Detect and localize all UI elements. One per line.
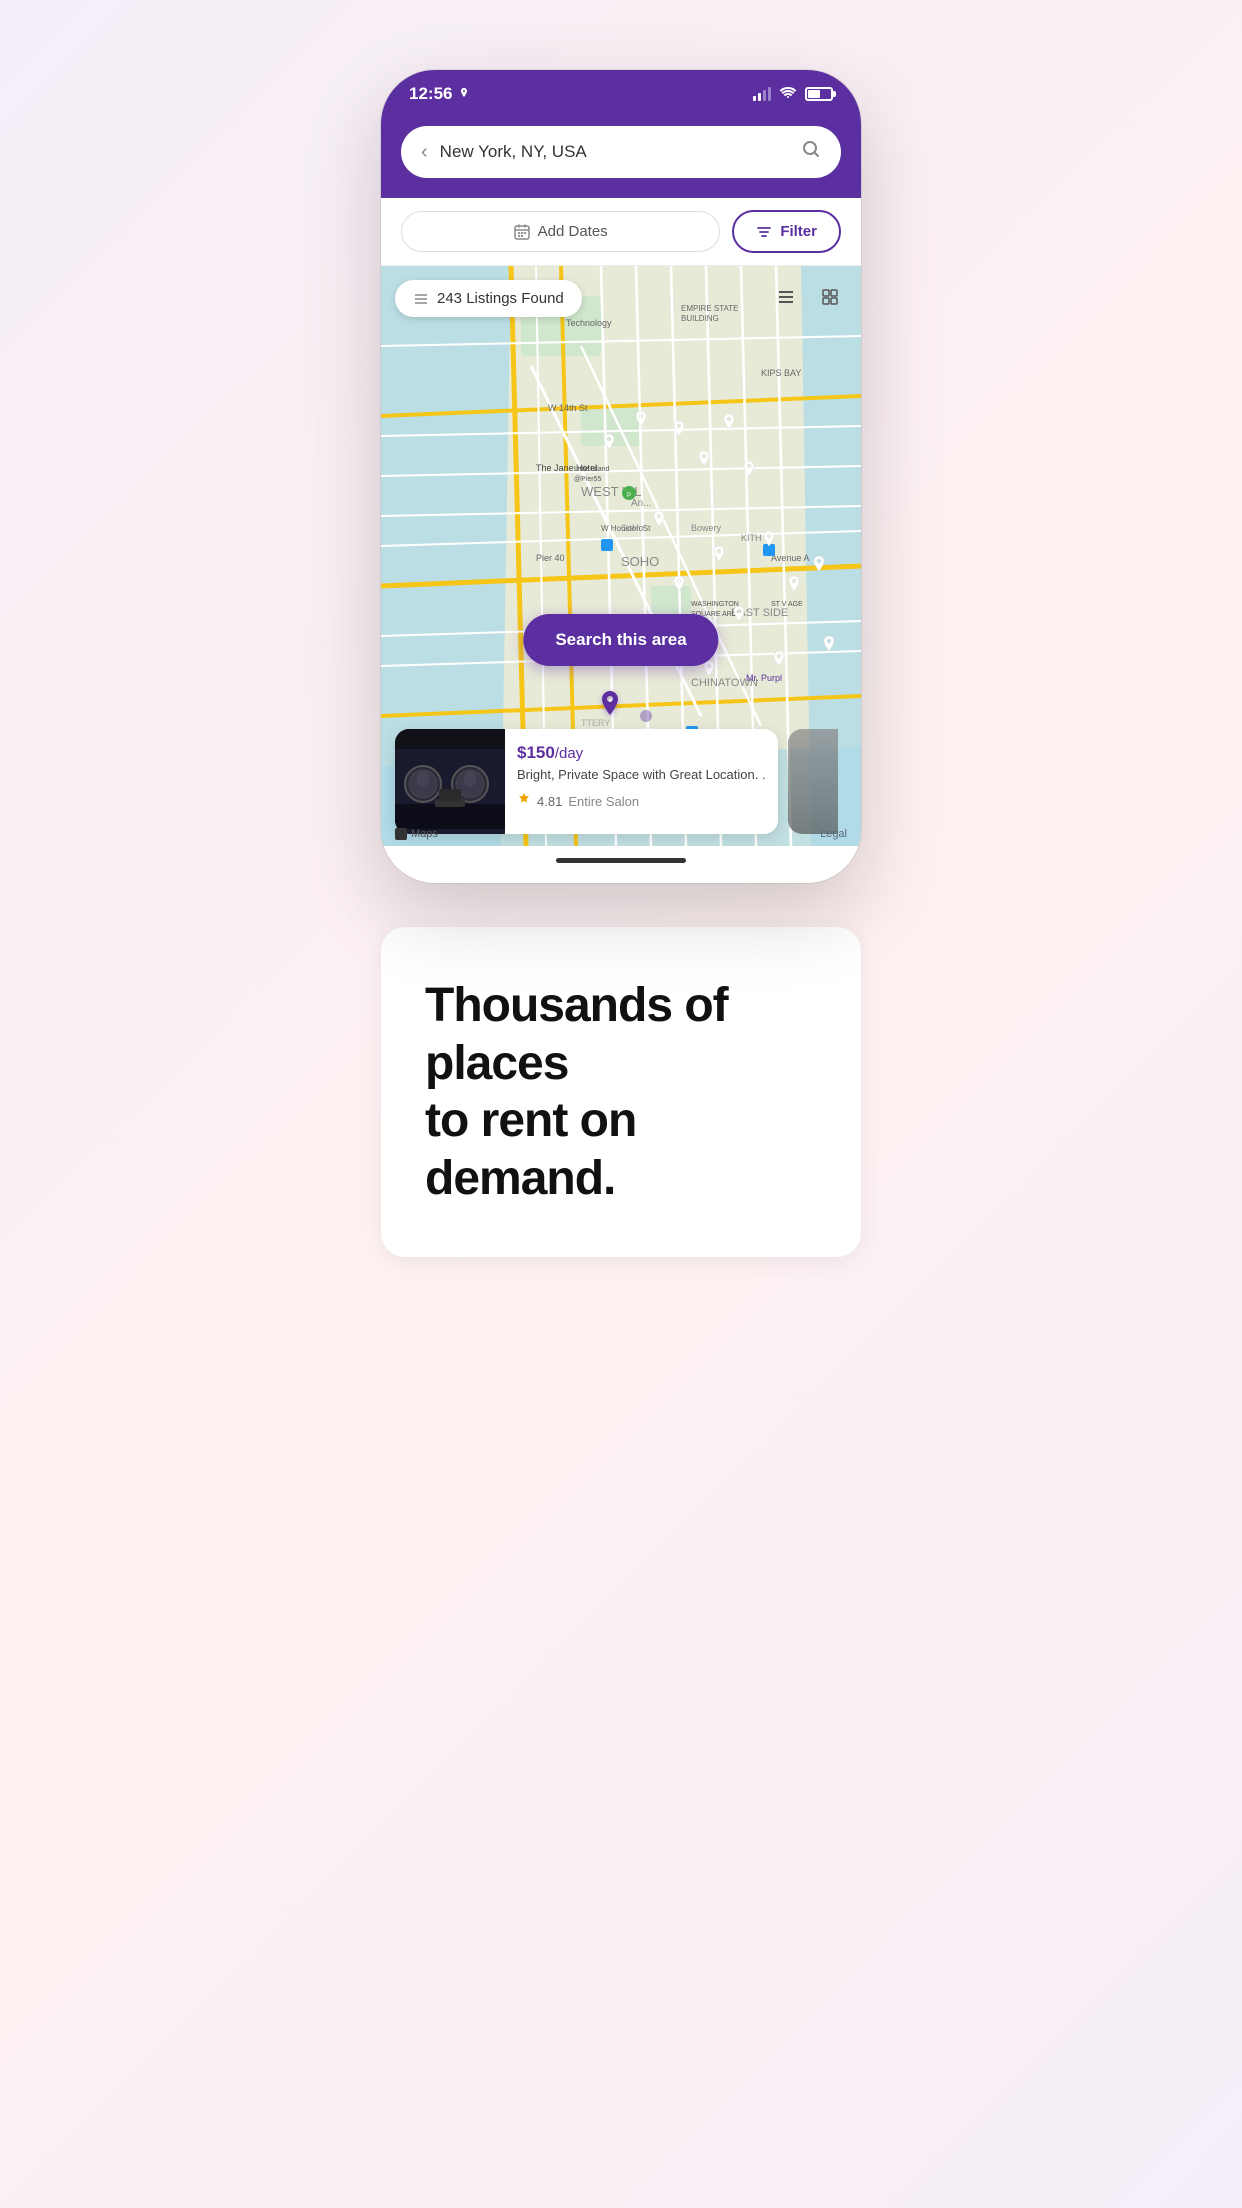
status-icons — [753, 85, 833, 104]
price-period: /day — [555, 745, 583, 762]
svg-text:An...: An... — [631, 498, 652, 509]
grid-view-button[interactable] — [813, 280, 847, 314]
maps-label: Maps — [411, 828, 438, 840]
list-icon — [413, 291, 429, 307]
svg-text:KIPS BAY: KIPS BAY — [761, 368, 801, 378]
svg-text:Technology: Technology — [566, 318, 612, 328]
property-card[interactable]: $150/day Bright, Private Space with Grea… — [395, 729, 778, 834]
map-view-toggles — [769, 280, 847, 314]
tagline-text: Thousands of places to rent on demand. — [425, 977, 817, 1207]
signal-bar-2 — [758, 93, 761, 101]
property-price: $150/day — [517, 743, 766, 763]
svg-text:BUILDING: BUILDING — [681, 314, 719, 323]
svg-text:P: P — [627, 493, 631, 499]
home-indicator — [381, 846, 861, 883]
svg-text:WASHINGTON: WASHINGTON — [691, 601, 739, 608]
svg-text:Pier 40: Pier 40 — [536, 553, 565, 563]
search-bar[interactable]: ‹ New York, NY, USA — [401, 126, 841, 178]
tagline-line2: to rent on demand. — [425, 1094, 636, 1205]
svg-text:EMPIRE STATE: EMPIRE STATE — [681, 304, 739, 313]
svg-text:SOHO: SOHO — [621, 554, 659, 569]
listings-count: 243 Listings Found — [437, 290, 564, 307]
status-bar: 12:56 — [381, 70, 861, 116]
signal-bar-4 — [768, 87, 771, 101]
svg-text:KITH: KITH — [741, 533, 762, 543]
listings-badge: 243 Listings Found — [395, 280, 582, 317]
filter-label: Filter — [780, 223, 817, 240]
filter-button[interactable]: Filter — [732, 210, 841, 253]
rating-value: 4.81 — [537, 794, 562, 809]
property-image — [395, 729, 505, 834]
search-icon-button[interactable] — [801, 139, 821, 165]
search-location-text: New York, NY, USA — [440, 142, 789, 162]
property-info: $150/day Bright, Private Space with Grea… — [505, 729, 778, 834]
add-dates-label: Add Dates — [538, 223, 608, 240]
home-bar — [556, 858, 686, 863]
svg-text:@Pier55: @Pier55 — [574, 476, 601, 483]
property-meta: 4.81 Entire Salon — [517, 792, 766, 811]
bottom-text-section: Thousands of places to rent on demand. — [381, 927, 861, 1257]
svg-text:Avenue A: Avenue A — [771, 553, 809, 563]
status-time: 12:56 — [409, 84, 470, 104]
add-dates-button[interactable]: Add Dates — [401, 211, 720, 252]
map-container[interactable]: WEST VIL SOHO TRIBECA CHINATOWN EAST SID… — [381, 266, 861, 846]
time-display: 12:56 — [409, 84, 452, 104]
price-value: $150 — [517, 743, 555, 762]
next-card-hint — [788, 729, 838, 834]
back-button[interactable]: ‹ — [421, 141, 428, 164]
svg-text:Mr. Purpl: Mr. Purpl — [746, 673, 782, 683]
filter-bar: Add Dates Filter — [381, 198, 861, 266]
svg-text:Bowery: Bowery — [691, 523, 722, 533]
signal-bars — [753, 87, 771, 101]
search-this-area-button[interactable]: Search this area — [523, 614, 718, 666]
location-icon — [458, 88, 470, 100]
phone-frame: 12:56 — [381, 70, 861, 883]
svg-text:Little Island: Little Island — [574, 466, 610, 473]
svg-text:●: ● — [608, 698, 612, 704]
search-area-bg: ‹ New York, NY, USA — [381, 116, 861, 198]
legal-link[interactable]: Legal — [820, 828, 847, 840]
svg-text:W 14th St: W 14th St — [548, 403, 588, 413]
list-view-button[interactable] — [769, 280, 803, 314]
battery-icon — [805, 87, 833, 101]
property-name: Bright, Private Space with Great Locatio… — [517, 767, 766, 784]
property-type: Entire Salon — [568, 794, 639, 809]
filter-icon — [756, 224, 772, 240]
property-card-container: $150/day Bright, Private Space with Grea… — [381, 717, 861, 846]
svg-text:ST V AGE: ST V AGE — [771, 601, 803, 608]
calendar-icon — [514, 224, 530, 240]
tagline-line1: Thousands of places — [425, 979, 728, 1090]
wifi-icon — [779, 85, 797, 104]
svg-text:SoHo: SoHo — [621, 523, 644, 533]
rating-icon — [517, 792, 531, 811]
signal-bar-3 — [763, 90, 766, 101]
signal-bar-1 — [753, 96, 756, 101]
maps-credit: Maps — [395, 828, 438, 840]
battery-fill — [808, 90, 820, 98]
